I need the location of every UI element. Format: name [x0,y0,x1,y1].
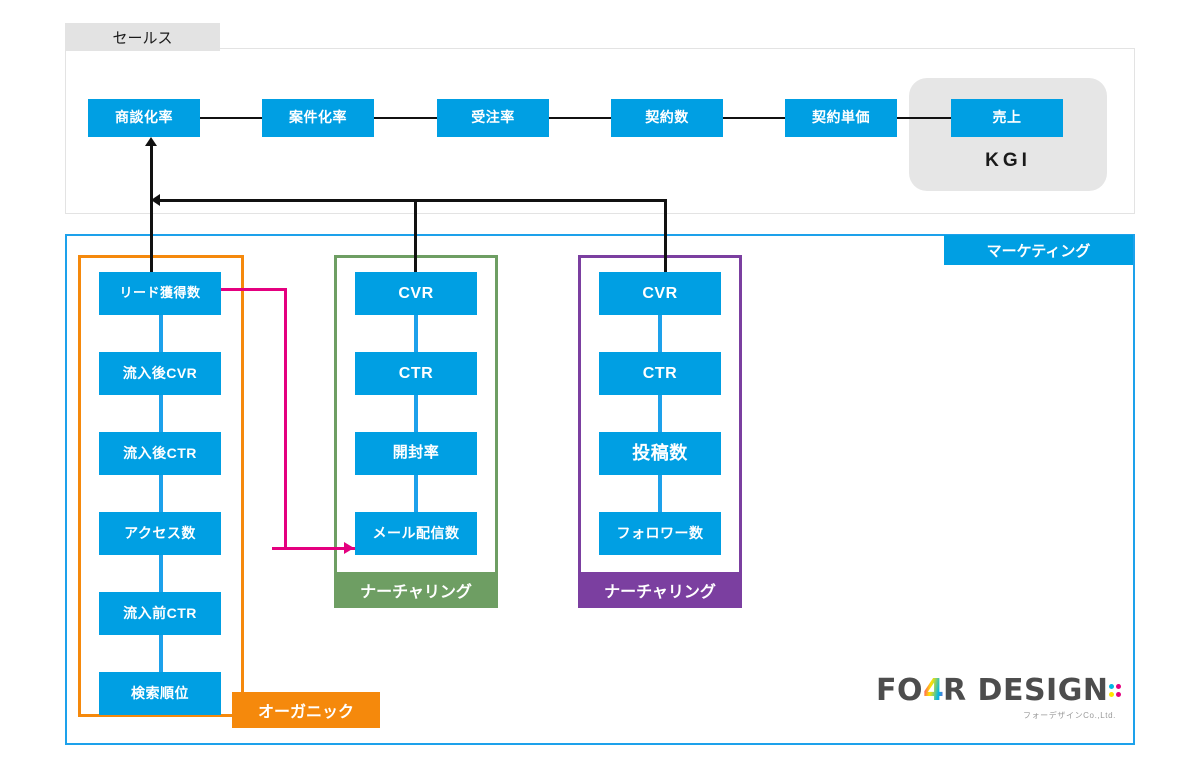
connector-green-cvr-vertical [414,199,417,279]
magenta-connector-segment-3 [272,547,355,550]
group-chip-nurturing-email: ナーチャリング [334,572,498,608]
kpi-box-email-ctr[interactable]: CTR [355,352,477,395]
kpi-box-post-inflow-cvr[interactable]: 流入後CVR [99,352,221,395]
sales-connector-1 [200,117,262,119]
group-chip-nurturing-social: ナーチャリング [578,572,742,608]
magenta-connector-segment-2 [284,288,287,548]
sales-connector-3 [549,117,611,119]
marketing-section-tab: マーケティング [944,235,1133,265]
logo-dots-icon [1108,680,1124,702]
sales-connector-2 [374,117,437,119]
connector-purple-cvr-vertical [664,199,667,279]
arrow-left-icon [151,194,160,206]
logo-subtitle: フォーデザインCo.,Ltd. [1022,711,1116,720]
kpi-box-follower-count[interactable]: フォロワー数 [599,512,721,555]
group-chip-organic: オーガニック [232,692,380,728]
kpi-box-pre-inflow-ctr[interactable]: 流入前CTR [99,592,221,635]
kpi-box-post-inflow-ctr[interactable]: 流入後CTR [99,432,221,475]
logo-four-glyph: 4 [923,673,945,708]
kpi-box-search-rank[interactable]: 検索順位 [99,672,221,715]
arrow-right-icon [344,542,354,554]
sales-connector-4 [723,117,785,119]
kpi-box-post-count[interactable]: 投稿数 [599,432,721,475]
magenta-connector-segment-1 [221,288,287,291]
sales-section-tab: セールス [65,23,220,51]
kpi-box-jucchuritsu[interactable]: 受注率 [437,99,549,137]
logo-text-fo: FO [876,673,923,708]
sales-connector-5 [897,117,951,119]
kpi-box-shodankaritsu[interactable]: 商談化率 [88,99,200,137]
connector-trunk-horizontal [160,199,666,202]
kpi-box-social-ctr[interactable]: CTR [599,352,721,395]
kpi-box-keiyakusu[interactable]: 契約数 [611,99,723,137]
arrow-up-icon [145,137,157,146]
kpi-box-keiyakutanka[interactable]: 契約単価 [785,99,897,137]
logo-text-rdesign: R DESIGN [943,673,1109,708]
kpi-box-open-rate[interactable]: 開封率 [355,432,477,475]
kpi-box-uriage[interactable]: 売上 [951,99,1063,137]
kpi-box-access-count[interactable]: アクセス数 [99,512,221,555]
logo-wordmark: FO4R DESIGN [876,673,1122,708]
kpi-box-email-cvr[interactable]: CVR [355,272,477,315]
kgi-label: KGI [985,150,1031,171]
connector-lead-to-sales-vertical [150,144,153,280]
four-design-logo: FO4R DESIGN フォーデザインCo.,Ltd. [876,673,1122,722]
kpi-box-email-sent[interactable]: メール配信数 [355,512,477,555]
diagram-canvas: セールス KGI 商談化率 案件化率 受注率 契約数 契約単価 売上 マーケティ… [0,0,1179,768]
kpi-box-lead-acquisition[interactable]: リード獲得数 [99,272,221,315]
kpi-box-social-cvr[interactable]: CVR [599,272,721,315]
kpi-box-ankenkaritsu[interactable]: 案件化率 [262,99,374,137]
